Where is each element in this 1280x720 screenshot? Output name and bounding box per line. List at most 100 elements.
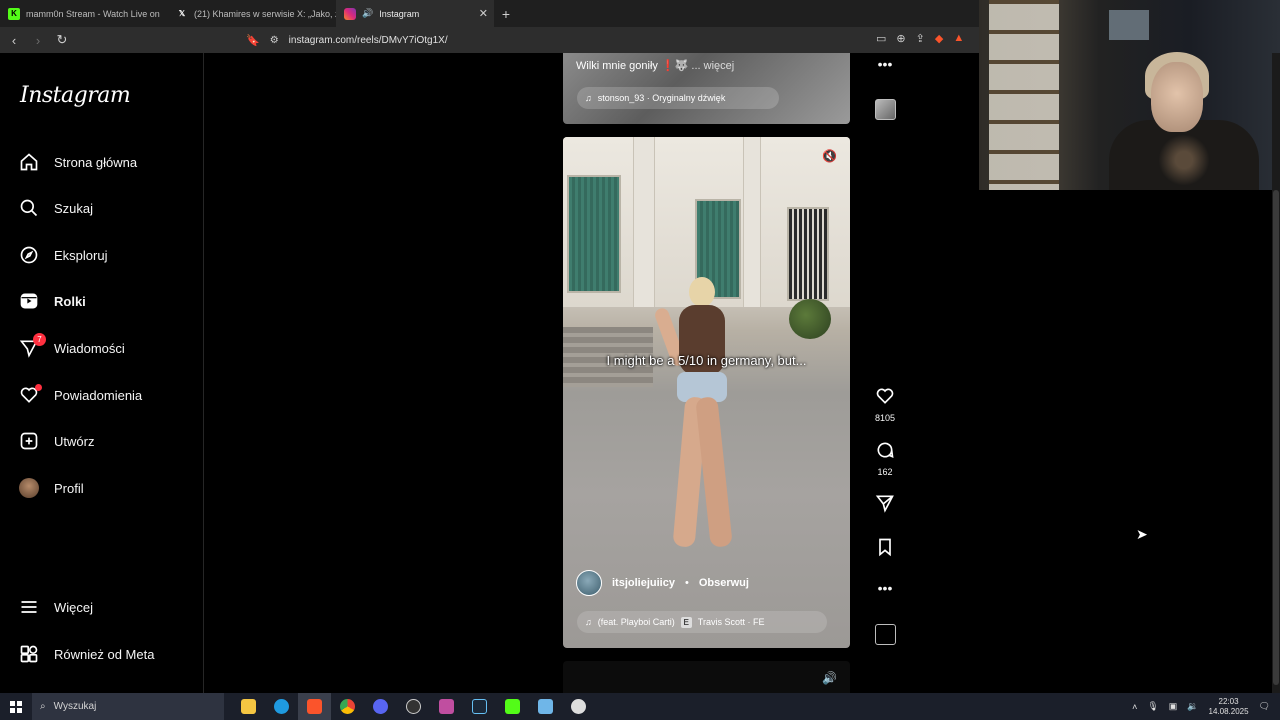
search-placeholder: Wyszukaj <box>53 701 97 712</box>
reload-icon[interactable]: ↻ <box>52 32 72 48</box>
nav-label: Więcej <box>54 599 94 615</box>
audio-artist: Travis Scott · FE <box>697 617 765 627</box>
app-icon[interactable] <box>430 693 463 720</box>
reel-audio-chip[interactable]: ♫ (feat. Playboi Carti) E Travis Scott ·… <box>577 611 827 633</box>
close-tab-icon[interactable]: ✕ <box>479 7 488 20</box>
send-icon <box>875 495 894 513</box>
follow-button[interactable]: Obserwuj <box>699 577 749 589</box>
steam-icon[interactable] <box>463 693 496 720</box>
nav-profile[interactable]: Profil <box>18 474 84 502</box>
nav-label: Wiadomości <box>54 340 125 356</box>
username[interactable]: itsjoliejuiicy <box>612 577 675 589</box>
instagram-icon <box>344 7 356 20</box>
search-icon: ⌕ <box>40 701 46 712</box>
reel-caption: Wilki mnie goniły ❗🐺 ... więcej <box>576 59 734 72</box>
pillar <box>633 137 655 307</box>
nav-explore[interactable]: Eksploruj <box>18 241 107 269</box>
caption-text: Wilki mnie goniły ❗🐺 <box>576 60 689 72</box>
back-icon[interactable]: ‹ <box>4 33 24 48</box>
nav-label: Szukaj <box>54 200 94 216</box>
nav-label: Eksploruj <box>54 247 108 263</box>
menu-icon <box>18 596 40 618</box>
file-explorer-icon[interactable] <box>232 693 265 720</box>
nav-messages[interactable]: 7 Wiadomości <box>18 333 125 362</box>
taskbar-search[interactable]: ⌕ Wyszukaj <box>32 693 224 720</box>
brave-icon[interactable] <box>298 693 331 720</box>
volume-icon[interactable]: 🔇 <box>822 149 837 163</box>
brave-shields-icon[interactable]: ◆ <box>935 32 943 45</box>
window <box>787 207 829 301</box>
shrub <box>789 299 831 339</box>
scrollbar-thumb[interactable] <box>1273 190 1279 685</box>
nav-reels[interactable]: Rolki <box>18 287 86 315</box>
bookmark-icon[interactable]: 🔖 <box>246 34 260 47</box>
obs-icon[interactable] <box>397 693 430 720</box>
next-reel[interactable]: 🔊 <box>563 661 850 693</box>
network-icon[interactable]: ▣ <box>1169 701 1178 712</box>
nav-label: Utwórz <box>54 433 95 449</box>
avatar[interactable] <box>576 570 602 596</box>
nav-create[interactable]: Utwórz <box>18 427 94 455</box>
audio-thumbnail[interactable] <box>875 624 896 645</box>
notepad-icon[interactable] <box>529 693 562 720</box>
forward-icon[interactable]: › <box>28 33 48 48</box>
nav-label: Profil <box>54 480 84 496</box>
instagram-logo[interactable]: Instagram <box>20 83 131 108</box>
reader-mode-icon[interactable]: ▭ <box>876 32 886 45</box>
save-button[interactable] <box>870 537 900 562</box>
speaker-icon[interactable]: 🔉 <box>1187 701 1198 712</box>
comment-button[interactable]: 162 <box>870 440 900 477</box>
volume-icon[interactable]: 🔊 <box>822 671 837 685</box>
kick-icon: K <box>8 7 20 20</box>
start-button[interactable] <box>0 693 32 720</box>
nav-label: Powiadomienia <box>54 387 143 403</box>
notifications-icon[interactable]: 🗨 <box>1259 701 1270 712</box>
reel-video[interactable]: 🔇 I might be a 5/10 in germany, but... i… <box>563 137 850 648</box>
nav-notifications[interactable]: Powiadomienia <box>18 381 142 409</box>
time: 22:03 <box>1218 696 1239 706</box>
clock[interactable]: 22:03 14.08.2025 <box>1209 697 1249 717</box>
nav-search[interactable]: Szukaj <box>18 194 93 222</box>
tab-kick[interactable]: K mamm0n Stream - Watch Live on <box>0 0 168 27</box>
zoom-icon[interactable]: ⊕ <box>896 32 905 45</box>
reel-overlay-text: I might be a 5/10 in germany, but... <box>606 353 807 368</box>
tab-instagram[interactable]: 🔊 Instagram ✕ <box>336 0 494 27</box>
nav-home[interactable]: Strona główna <box>18 148 137 176</box>
brave-rewards-icon[interactable]: ▲ <box>953 32 964 45</box>
mouse-cursor-icon: ➤ <box>1136 526 1148 542</box>
music-note-icon: ♫ <box>585 93 592 103</box>
bookmark-icon <box>879 538 891 557</box>
audio-thumbnail[interactable] <box>875 99 896 120</box>
discord-icon[interactable] <box>364 693 397 720</box>
reels-icon <box>18 290 40 312</box>
more-options-icon[interactable]: ••• <box>870 580 900 596</box>
meta-apps-icon <box>18 643 40 665</box>
url-field[interactable]: instagram.com/reels/DMvY7iOtg1X/ <box>289 35 448 46</box>
tab-x[interactable]: 𝕏 (21) Khamires w serwisie X: „Jako, ze <box>168 0 336 27</box>
reel-audio-chip[interactable]: ♫ stonson_93 · Oryginalny dźwięk <box>577 87 779 109</box>
person <box>653 277 747 552</box>
comment-icon <box>877 442 894 458</box>
chevron-up-icon[interactable]: ˄ <box>1132 702 1137 712</box>
x-icon: 𝕏 <box>178 9 186 18</box>
like-button[interactable]: 8105 <box>870 386 900 423</box>
edge-icon[interactable] <box>265 693 298 720</box>
kick-icon[interactable] <box>496 693 529 720</box>
app-icon[interactable] <box>562 693 595 720</box>
microphone-icon[interactable]: 🎙 <box>1147 701 1158 712</box>
tab-title: mamm0n Stream - Watch Live on <box>26 8 160 19</box>
comments-count: 162 <box>877 467 893 477</box>
compass-icon <box>18 244 40 266</box>
site-info-icon[interactable]: ⚙ <box>270 35 279 46</box>
share-icon[interactable]: ⇪ <box>916 32 925 45</box>
more-link[interactable]: ... więcej <box>691 60 734 72</box>
bookshelf <box>989 0 1059 190</box>
previous-reel[interactable]: Wilki mnie goniły ❗🐺 ... więcej ♫ stonso… <box>563 53 850 124</box>
window-shutter <box>567 175 621 293</box>
nav-meta[interactable]: Również od Meta <box>18 640 154 668</box>
share-button[interactable] <box>870 493 900 518</box>
more-options-icon[interactable]: ••• <box>870 56 900 72</box>
chrome-icon[interactable] <box>331 693 364 720</box>
nav-more[interactable]: Więcej <box>18 593 93 621</box>
new-tab-button[interactable]: + <box>494 6 518 22</box>
